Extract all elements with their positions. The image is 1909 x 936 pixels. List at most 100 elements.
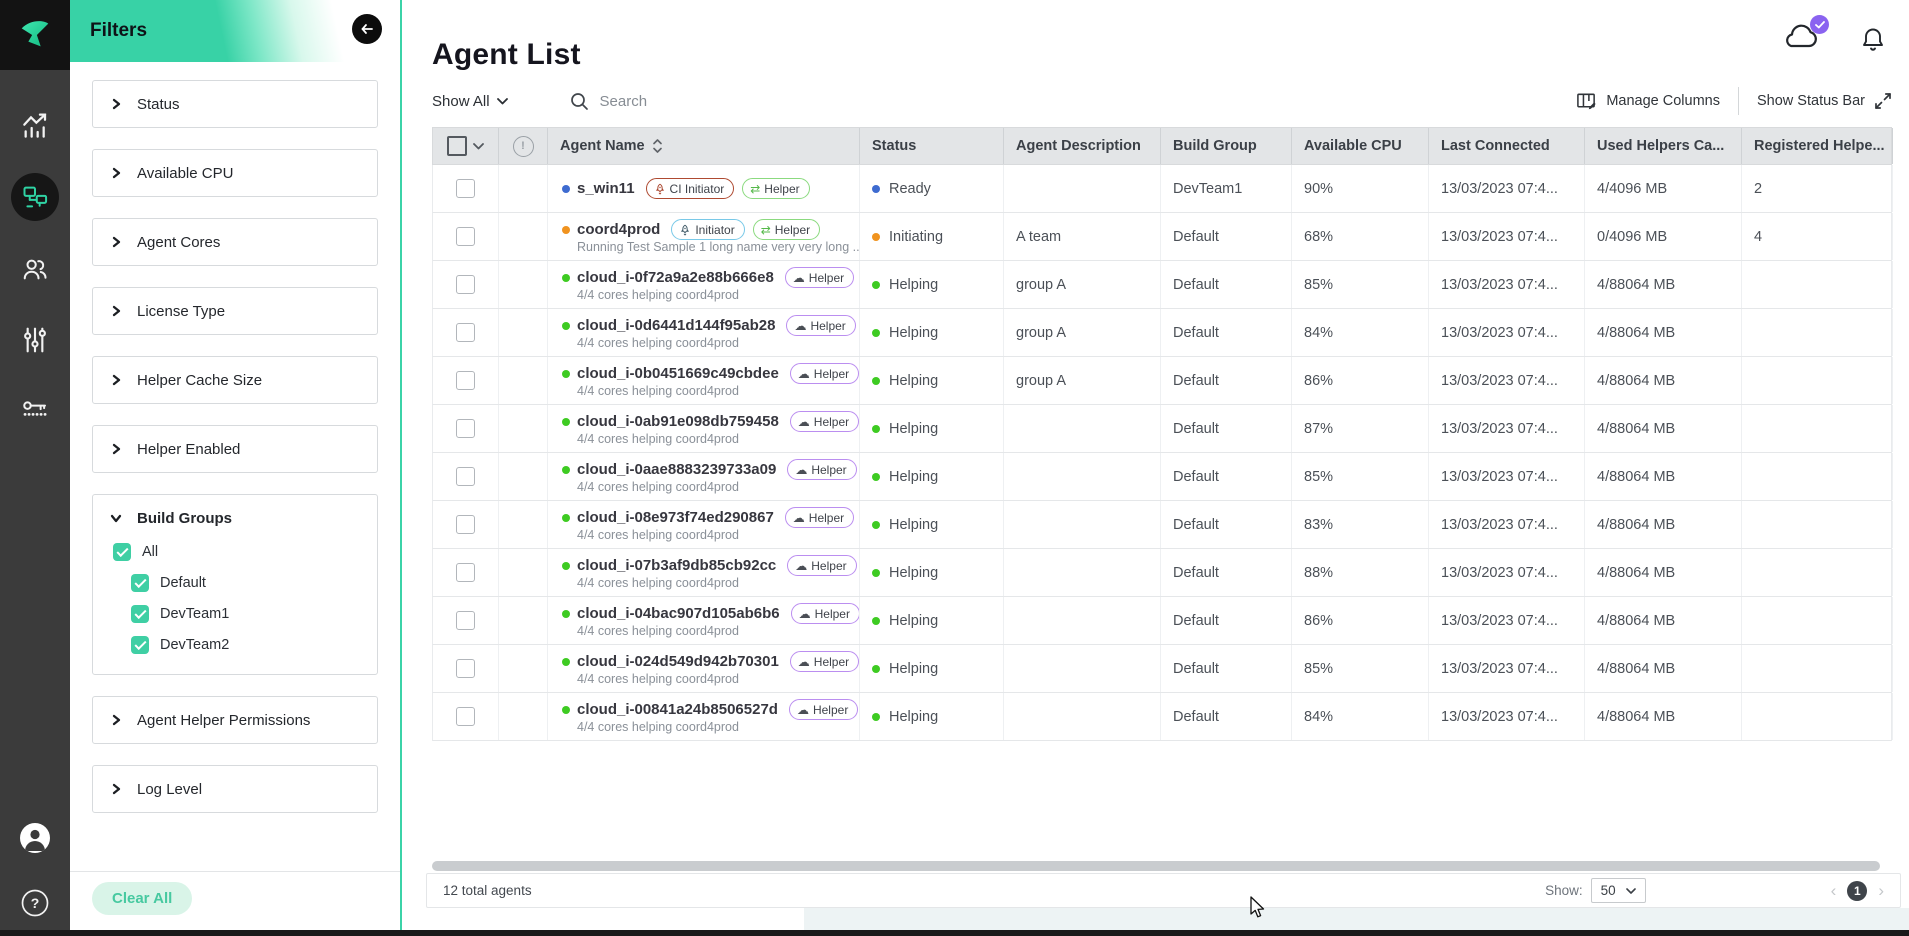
row-checkbox[interactable] <box>456 275 475 294</box>
sort-icon[interactable] <box>653 139 662 153</box>
agent-subtext: 4/4 cores helping coord4prod <box>577 577 739 590</box>
filter-section-header[interactable]: Helper Cache Size <box>93 357 377 403</box>
agent-status-dot <box>562 562 570 570</box>
app-window: ? Filters Status Available CPU <box>0 0 1909 936</box>
agent-name: cloud_i-0ab91e098db759458 <box>577 413 779 430</box>
filter-section-header[interactable]: Log Level <box>93 766 377 812</box>
cloud-status-button[interactable] <box>1781 22 1823 57</box>
checkbox[interactable] <box>131 605 149 623</box>
page-size-select[interactable]: 50 <box>1591 878 1646 903</box>
expand-all-chevron-icon[interactable] <box>473 143 484 150</box>
filter-section-header[interactable]: Agent Cores <box>93 219 377 265</box>
status-label: Ready <box>889 181 931 197</box>
last-connected-cell: 13/03/2023 07:4... <box>1429 309 1585 356</box>
build-group-cell: Default <box>1161 597 1292 644</box>
page-size-value: 50 <box>1601 883 1616 898</box>
row-checkbox[interactable] <box>456 419 475 438</box>
build-group-option[interactable]: DevTeam1 <box>93 605 377 623</box>
brand-logo[interactable] <box>0 0 70 70</box>
chevron-icon <box>110 374 122 386</box>
collapse-filters-button[interactable] <box>352 14 382 44</box>
checkbox[interactable] <box>131 574 149 592</box>
row-checkbox[interactable] <box>456 371 475 390</box>
row-checkbox[interactable] <box>456 467 475 486</box>
status-dot <box>872 617 880 625</box>
build-group-cell: Default <box>1161 405 1292 452</box>
status-cell: Helping <box>860 597 1004 644</box>
option-label: Default <box>160 575 206 591</box>
table-row[interactable]: cloud_i-00841a24b8506527d ☁Helper 4/4 co… <box>432 693 1892 741</box>
build-group-cell: Default <box>1161 309 1292 356</box>
notifications-bell-icon[interactable] <box>1861 26 1885 54</box>
next-page-button[interactable]: › <box>1878 882 1884 899</box>
agent-badges: ☁Helper <box>791 603 860 624</box>
agent-name: s_win11 <box>577 180 635 197</box>
table-row[interactable]: cloud_i-0d6441d144f95ab28 ☁Helper 4/4 co… <box>432 309 1892 357</box>
filter-section-header[interactable]: Status <box>93 81 377 127</box>
column-header-name[interactable]: Agent Name <box>548 128 860 164</box>
row-checkbox[interactable] <box>456 563 475 582</box>
sidebar-item-account[interactable] <box>0 822 70 854</box>
row-checkbox[interactable] <box>456 179 475 198</box>
footer-background-strip <box>804 908 1909 930</box>
show-status-bar-button[interactable]: Show Status Bar <box>1757 92 1892 110</box>
status-label: Helping <box>889 661 938 677</box>
filter-section-label: Available CPU <box>137 165 233 182</box>
table-row[interactable]: cloud_i-0b0451669c49cbdee ☁Helper 4/4 co… <box>432 357 1892 405</box>
table-row[interactable]: cloud_i-0ab91e098db759458 ☁Helper 4/4 co… <box>432 405 1892 453</box>
sidebar-item-help[interactable]: ? <box>0 888 70 918</box>
filter-section: License Type <box>92 287 378 335</box>
table-row[interactable]: cloud_i-0aae8883239733a09 ☁Helper 4/4 co… <box>432 453 1892 501</box>
cloud-icon: ☁ <box>797 704 809 716</box>
filter-options: All Default DevTeam1 DevTeam2 <box>93 541 377 674</box>
select-all-checkbox[interactable] <box>447 136 467 156</box>
total-agents-label: 12 total agents <box>443 883 532 898</box>
filter-section-header[interactable]: Build Groups <box>93 495 377 541</box>
sidebar-item-dashboard[interactable] <box>0 110 70 142</box>
used-helpers-cell: 4/88064 MB <box>1585 645 1742 692</box>
filter-section-header[interactable]: Helper Enabled <box>93 426 377 472</box>
table-row[interactable]: cloud_i-0f72a9a2e88b666e8 ☁Helper 4/4 co… <box>432 261 1892 309</box>
description-cell <box>1004 453 1161 500</box>
checkbox[interactable] <box>113 543 131 561</box>
license-key-icon <box>20 395 50 425</box>
row-checkbox[interactable] <box>456 611 475 630</box>
checkbox[interactable] <box>131 636 149 654</box>
sidebar-item-agents[interactable] <box>0 173 70 221</box>
row-checkbox[interactable] <box>456 515 475 534</box>
build-group-option[interactable]: All <box>93 543 377 561</box>
horizontal-scrollbar[interactable] <box>432 861 1880 871</box>
table-row[interactable]: cloud_i-07b3af9db85cb92cc ☁Helper 4/4 co… <box>432 549 1892 597</box>
filter-section-header[interactable]: Available CPU <box>93 150 377 196</box>
sidebar-item-license[interactable] <box>0 395 70 425</box>
table-row[interactable]: cloud_i-08e973f74ed290867 ☁Helper 4/4 co… <box>432 501 1892 549</box>
filter-section-header[interactable]: Agent Helper Permissions <box>93 697 377 743</box>
row-checkbox[interactable] <box>456 659 475 678</box>
table-row[interactable]: cloud_i-04bac907d105ab6b6 ☁Helper 4/4 co… <box>432 597 1892 645</box>
manage-columns-button[interactable]: Manage Columns <box>1576 91 1720 111</box>
build-group-cell: Default <box>1161 213 1292 260</box>
used-helpers-cell: 4/88064 MB <box>1585 549 1742 596</box>
table-row[interactable]: s_win11 CI Initiator⇄Helper Ready DevTea… <box>432 165 1892 213</box>
filter-section: Helper Cache Size <box>92 356 378 404</box>
cloud-icon: ☁ <box>799 608 811 620</box>
header-icons <box>1781 22 1885 57</box>
used-helpers-cell: 4/88064 MB <box>1585 405 1742 452</box>
sidebar-item-settings[interactable] <box>0 324 70 356</box>
table-row[interactable]: cloud_i-024d549d942b70301 ☁Helper 4/4 co… <box>432 645 1892 693</box>
build-group-option[interactable]: DevTeam2 <box>93 636 377 654</box>
row-checkbox[interactable] <box>456 227 475 246</box>
search-input[interactable] <box>598 92 802 111</box>
manage-columns-label: Manage Columns <box>1606 93 1720 109</box>
table-row[interactable]: coord4prod Initiator⇄Helper Running Test… <box>432 213 1892 261</box>
prev-page-button[interactable]: ‹ <box>1831 882 1837 899</box>
show-all-dropdown[interactable]: Show All <box>432 93 508 110</box>
build-group-option[interactable]: Default <box>93 574 377 592</box>
chevron-icon <box>110 167 122 179</box>
row-checkbox[interactable] <box>456 707 475 726</box>
sidebar-item-users[interactable] <box>0 254 70 284</box>
filter-section-header[interactable]: License Type <box>93 288 377 334</box>
clear-all-button[interactable]: Clear All <box>92 882 192 915</box>
row-checkbox[interactable] <box>456 323 475 342</box>
used-helpers-cell: 4/88064 MB <box>1585 309 1742 356</box>
